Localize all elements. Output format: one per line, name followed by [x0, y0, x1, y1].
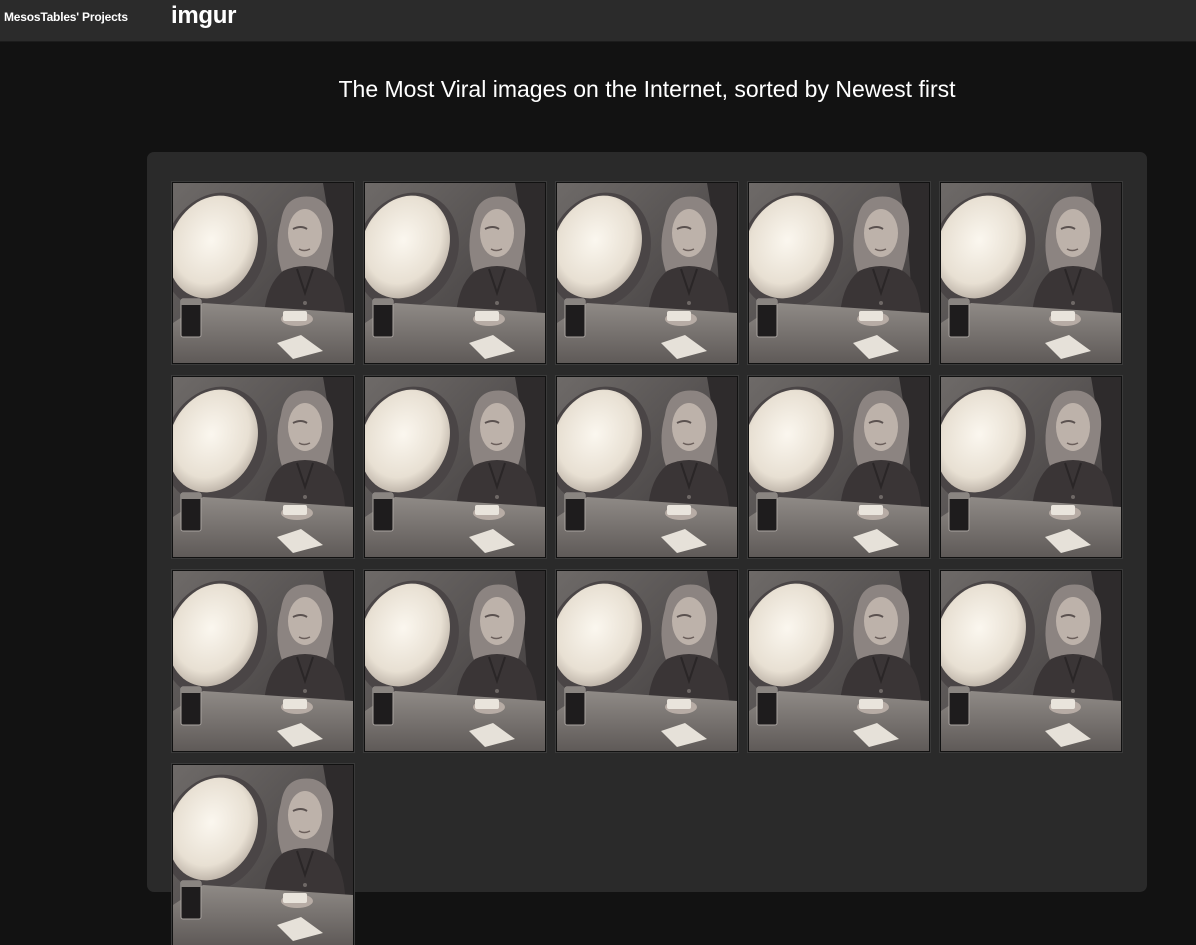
woman-reading-device-on-airplane-photo: [941, 377, 1121, 557]
gallery-thumbnail[interactable]: [173, 183, 353, 363]
woman-reading-device-on-airplane-photo: [941, 571, 1121, 751]
woman-reading-device-on-airplane-photo: [749, 183, 929, 363]
woman-reading-device-on-airplane-photo: [749, 571, 929, 751]
woman-reading-device-on-airplane-photo: [365, 183, 545, 363]
projects-link[interactable]: MesosTables' Projects: [4, 10, 128, 24]
woman-reading-device-on-airplane-photo: [173, 571, 353, 751]
gallery-thumbnail[interactable]: [365, 183, 545, 363]
woman-reading-device-on-airplane-photo: [365, 571, 545, 751]
gallery-thumbnail[interactable]: [749, 183, 929, 363]
gallery-thumbnail[interactable]: [365, 571, 545, 751]
woman-reading-device-on-airplane-photo: [173, 765, 353, 945]
woman-reading-device-on-airplane-photo: [557, 571, 737, 751]
woman-reading-device-on-airplane-photo: [173, 377, 353, 557]
gallery-thumbnail[interactable]: [557, 183, 737, 363]
gallery-thumbnail[interactable]: [749, 571, 929, 751]
gallery-thumbnail[interactable]: [941, 571, 1121, 751]
woman-reading-device-on-airplane-photo: [365, 377, 545, 557]
gallery-thumbnail[interactable]: [941, 377, 1121, 557]
woman-reading-device-on-airplane-photo: [557, 183, 737, 363]
gallery-thumbnail[interactable]: [749, 377, 929, 557]
page-headline: The Most Viral images on the Internet, s…: [338, 76, 956, 102]
woman-reading-device-on-airplane-photo: [557, 377, 737, 557]
gallery-thumbnail[interactable]: [173, 765, 353, 945]
imgur-logo[interactable]: imgur: [171, 2, 236, 30]
gallery-thumbnail[interactable]: [365, 377, 545, 557]
gallery-thumbnail[interactable]: [173, 377, 353, 557]
woman-reading-device-on-airplane-photo: [173, 183, 353, 363]
woman-reading-device-on-airplane-photo: [749, 377, 929, 557]
gallery-thumbnail[interactable]: [941, 183, 1121, 363]
gallery-thumbnail[interactable]: [173, 571, 353, 751]
gallery-thumbnail[interactable]: [557, 571, 737, 751]
top-navigation-bar: MesosTables' Projects imgur: [0, 0, 1196, 42]
gallery-thumbnail[interactable]: [557, 377, 737, 557]
woman-reading-device-on-airplane-photo: [941, 183, 1121, 363]
